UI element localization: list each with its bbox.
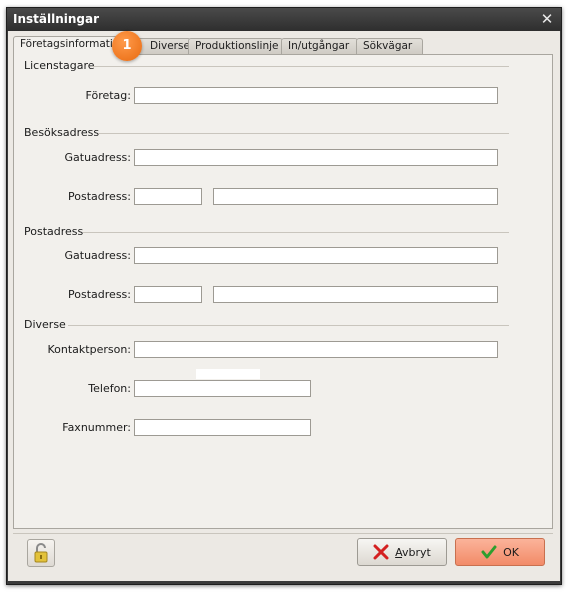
company-label: Företag: <box>85 89 131 102</box>
contact-person-field[interactable] <box>134 341 498 358</box>
tab-label: Diverse <box>150 40 190 52</box>
ok-button[interactable]: OK <box>455 538 545 566</box>
cancel-label-rest: vbryt <box>402 545 431 559</box>
tab-label: Företagsinformation <box>20 38 126 50</box>
unlocked-padlock-icon <box>34 543 48 563</box>
dialog-client-area: Företagsinformation Diverse Produktionsl… <box>8 31 560 581</box>
ok-label: OK <box>503 545 519 559</box>
window-title: Inställningar <box>13 12 100 26</box>
cancel-accelerator: A <box>395 545 403 559</box>
group-title-postal-address: Postadress <box>24 225 84 238</box>
phone-label: Telefon: <box>88 382 131 395</box>
phone-field[interactable] <box>134 380 311 397</box>
cancel-button[interactable]: Avbryt <box>357 538 447 566</box>
tab-label: Sökvägar <box>363 40 413 52</box>
group-divider <box>91 66 509 67</box>
visit-postal-label: Postadress: <box>68 190 131 203</box>
tab-in-out[interactable]: In/utgångar <box>281 38 358 54</box>
tab-company-information[interactable]: Företagsinformation <box>13 36 126 56</box>
button-bar-divider <box>13 533 553 534</box>
tab-label: In/utgångar <box>288 40 350 52</box>
cancel-x-icon <box>373 544 389 560</box>
group-divider <box>68 325 509 326</box>
fax-label: Faxnummer: <box>62 421 131 434</box>
redaction-mask <box>196 369 260 379</box>
visit-street-field[interactable] <box>134 149 498 166</box>
settings-dialog: Inställningar ✕ Företagsinformation Dive… <box>6 7 562 585</box>
tab-paths[interactable]: Sökvägar <box>356 38 423 54</box>
tab-strip: Företagsinformation Diverse Produktionsl… <box>13 36 553 56</box>
tab-production-line[interactable]: Produktionslinje <box>188 38 283 54</box>
close-icon[interactable]: ✕ <box>538 9 556 29</box>
group-title-misc: Diverse <box>24 318 66 331</box>
company-field[interactable] <box>134 87 498 104</box>
cancel-label: Avbryt <box>395 546 431 559</box>
contact-person-label: Kontaktperson: <box>47 343 131 356</box>
postal-zip-field[interactable] <box>134 286 202 303</box>
postal-street-field[interactable] <box>134 247 498 264</box>
visit-city-field[interactable] <box>213 188 498 205</box>
step-badge: 1 <box>112 31 142 61</box>
title-bar: Inställningar ✕ <box>7 8 561 31</box>
visit-zip-field[interactable] <box>134 188 202 205</box>
checkmark-icon <box>481 545 497 559</box>
visit-street-label: Gatuadress: <box>64 151 132 164</box>
tab-panel-company-information: Licenstagare Företag: Besöksadress Gatua… <box>13 54 553 529</box>
lock-button[interactable] <box>27 539 55 567</box>
fax-field[interactable] <box>134 419 311 436</box>
tab-label: Produktionslinje <box>195 40 279 52</box>
postal-street-label: Gatuadress: <box>64 249 132 262</box>
group-divider <box>99 133 509 134</box>
group-title-visit-address: Besöksadress <box>24 126 100 139</box>
postal-postal-label: Postadress: <box>68 288 131 301</box>
postal-city-field[interactable] <box>213 286 498 303</box>
group-title-licensee: Licenstagare <box>24 59 95 72</box>
group-divider <box>83 232 509 233</box>
